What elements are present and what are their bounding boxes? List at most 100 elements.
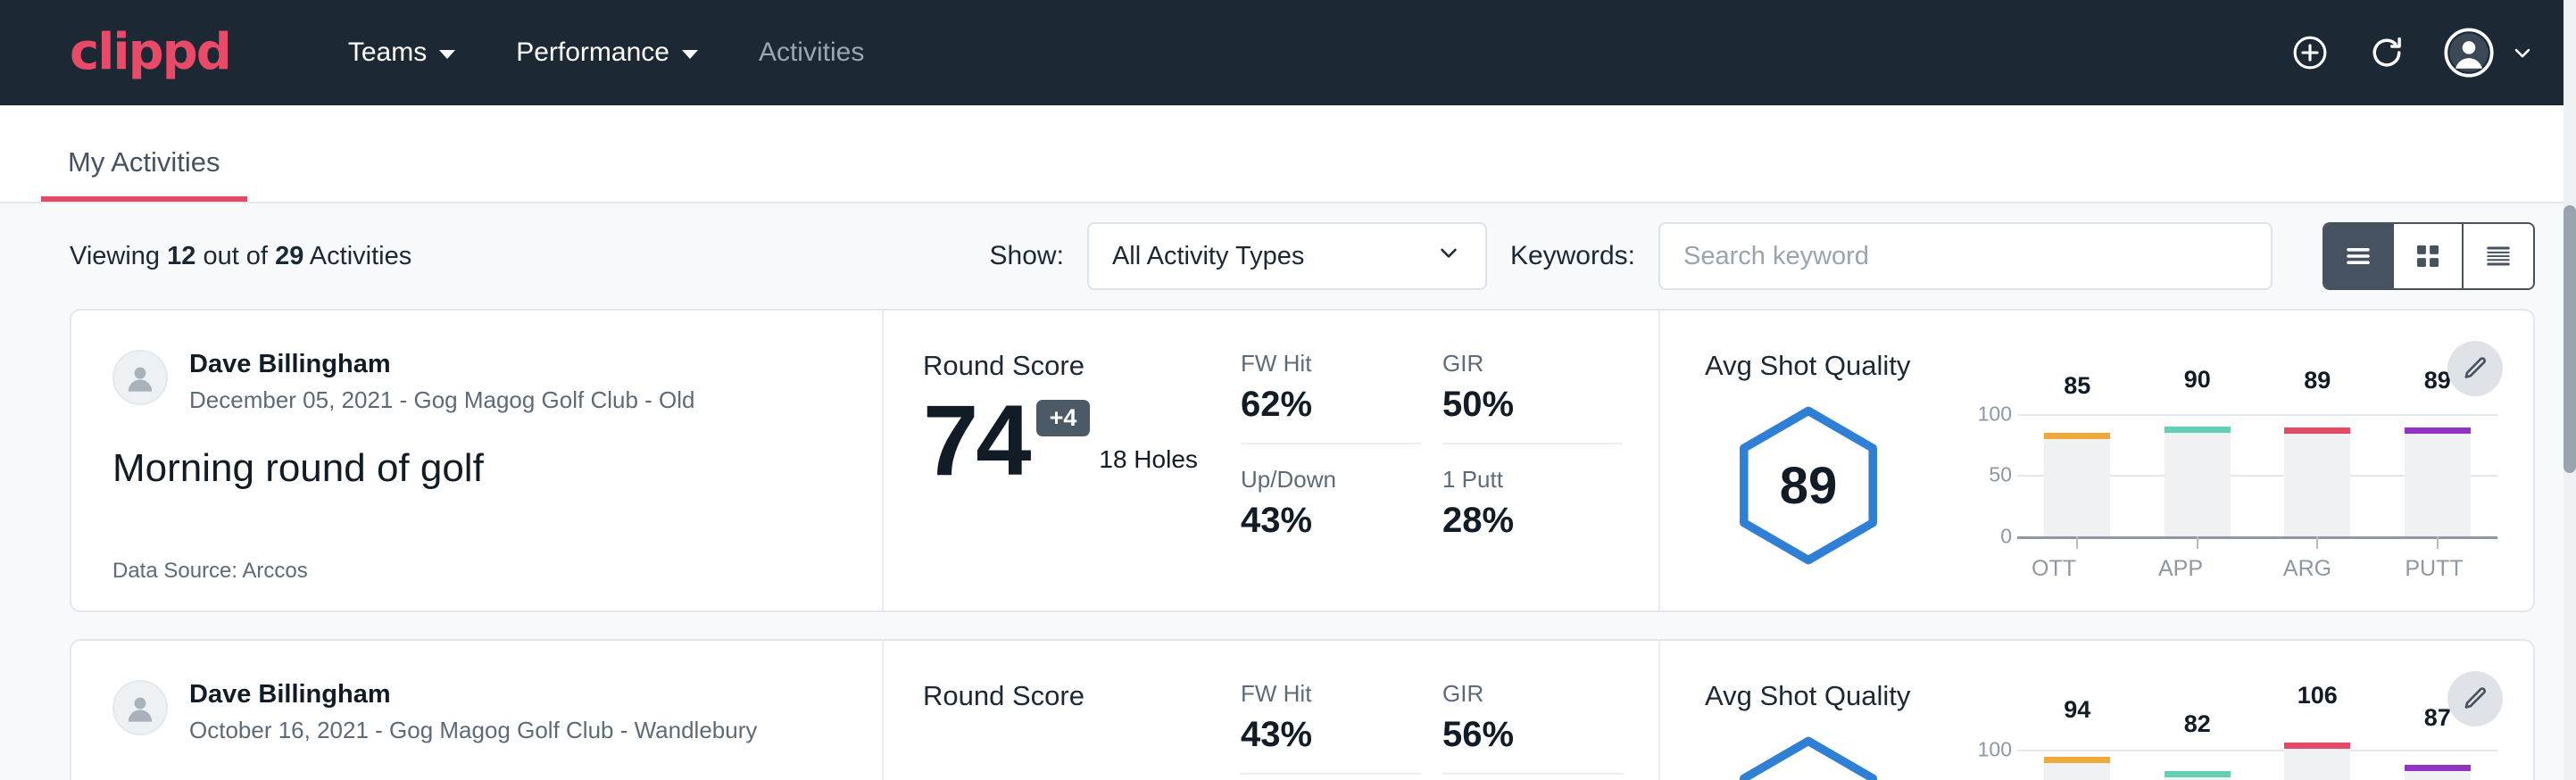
page-scrollbar[interactable] bbox=[2564, 0, 2576, 780]
grid-icon bbox=[2412, 240, 2444, 272]
clippd-logo[interactable]: clippd bbox=[70, 28, 230, 78]
avg-shot-quality-body: 8905010085908989OTTAPPARGPUTT bbox=[1705, 387, 2497, 584]
activity-type-select[interactable]: All Activity Types bbox=[1087, 222, 1487, 290]
nav-item-performance[interactable]: Performance bbox=[486, 0, 728, 105]
stat-value: 62% bbox=[1241, 385, 1421, 425]
chart-bar[interactable] bbox=[2165, 427, 2231, 536]
score-differential-badge: +4 bbox=[1036, 400, 1091, 436]
shot-quality-bar-chart: 05010085908989 bbox=[1933, 402, 2497, 536]
chart-bar-value: 82 bbox=[2184, 710, 2211, 738]
chart-x-label: APP bbox=[2117, 556, 2244, 582]
chart-bar-cell: 89 bbox=[2257, 402, 2378, 536]
chart-bar-cell: 89 bbox=[2378, 402, 2498, 536]
account-menu[interactable] bbox=[2444, 28, 2535, 78]
y-tick-label: 100 bbox=[1978, 738, 2012, 762]
activity-author: Dave BillinghamDecember 05, 2021 - Gog M… bbox=[112, 350, 843, 414]
add-icon[interactable] bbox=[2290, 33, 2330, 72]
y-tick-label: 50 bbox=[1989, 463, 2012, 487]
chart-bar-cap bbox=[2284, 743, 2350, 749]
activity-title: Morning round of golf bbox=[112, 446, 843, 491]
filter-bar: Viewing 12 out of 29 Activities Show: Al… bbox=[0, 203, 2576, 309]
chart-bar-cell: 85 bbox=[2017, 402, 2138, 536]
detail-view-button[interactable] bbox=[2464, 224, 2533, 288]
stat-value: 28% bbox=[1442, 501, 1623, 541]
chevron-down-icon bbox=[439, 50, 455, 59]
shot-quality-hexagon: 89 bbox=[1705, 401, 1912, 570]
avatar-icon bbox=[120, 688, 160, 727]
nav-item-label: Teams bbox=[348, 0, 427, 105]
chart-bar-value: 106 bbox=[2298, 682, 2338, 709]
stat-label: GIR bbox=[1442, 350, 1623, 378]
activity-summary: Dave BillinghamDecember 05, 2021 - Gog M… bbox=[71, 311, 884, 610]
chart-bar[interactable] bbox=[2284, 743, 2350, 780]
stat-item: 1 Putt28% bbox=[1442, 466, 1623, 559]
chart-bar-cap bbox=[2284, 427, 2350, 434]
chart-y-axis: 050100 bbox=[1960, 402, 2017, 536]
author-name: Dave Billingham bbox=[189, 350, 695, 379]
chart-bar[interactable] bbox=[2284, 427, 2350, 535]
round-score-section: Round Score 74+418 Holes bbox=[884, 311, 1241, 610]
stat-value: 43% bbox=[1241, 715, 1421, 755]
activity-author: Dave BillinghamOctober 16, 2021 - Gog Ma… bbox=[112, 680, 843, 744]
page-tabs: My Activities bbox=[0, 105, 2576, 203]
edit-activity-button[interactable] bbox=[2447, 671, 2503, 726]
activity-card[interactable]: Dave BillinghamDecember 05, 2021 - Gog M… bbox=[70, 309, 2535, 612]
filter-controls: Show: All Activity Types Keywords: bbox=[990, 222, 2273, 290]
refresh-icon[interactable] bbox=[2367, 33, 2406, 72]
search-input[interactable] bbox=[1658, 222, 2273, 290]
keywords-label: Keywords: bbox=[1510, 241, 1635, 271]
stat-item: FW Hit43% bbox=[1241, 680, 1421, 775]
y-tick-label: 100 bbox=[1978, 402, 2012, 427]
chevron-down-icon bbox=[682, 50, 698, 59]
avatar-icon bbox=[120, 358, 160, 397]
chart-bar-cap bbox=[2405, 427, 2471, 434]
chart-x-label: PUTT bbox=[2371, 556, 2497, 582]
avg-shot-quality-section: Avg Shot Quality050100948210687OTTAPPARG… bbox=[1660, 641, 2533, 780]
round-score-label: Round Score bbox=[923, 680, 1241, 712]
chart-x-tick bbox=[2197, 536, 2198, 549]
chart-axis-line bbox=[2017, 536, 2497, 539]
chart-x-tick bbox=[2437, 536, 2439, 549]
chart-bar[interactable] bbox=[2044, 433, 2110, 536]
chart-bar-cell: 82 bbox=[2138, 733, 2258, 780]
chart-bar[interactable] bbox=[2165, 771, 2231, 780]
activity-meta: October 16, 2021 - Gog Magog Golf Club -… bbox=[189, 717, 757, 744]
activity-summary: Dave BillinghamOctober 16, 2021 - Gog Ma… bbox=[71, 641, 884, 780]
nav-item-activities[interactable]: Activities bbox=[728, 0, 894, 105]
stat-label: Up/Down bbox=[1241, 466, 1421, 494]
round-score-value: 74 bbox=[923, 394, 1029, 486]
author-text: Dave BillinghamDecember 05, 2021 - Gog M… bbox=[189, 350, 695, 414]
activity-card[interactable]: Dave BillinghamOctober 16, 2021 - Gog Ma… bbox=[70, 639, 2535, 780]
chart-bars: 85908989 bbox=[2017, 402, 2497, 536]
avatar-icon bbox=[2444, 28, 2494, 78]
viewing-count: 12 bbox=[167, 242, 195, 270]
stat-item: FW Hit62% bbox=[1241, 350, 1421, 444]
round-score-value-row: 74+418 Holes bbox=[923, 394, 1241, 486]
list-view-button[interactable] bbox=[2324, 224, 2394, 288]
grid-view-button[interactable] bbox=[2394, 224, 2464, 288]
round-score-label: Round Score bbox=[923, 350, 1241, 382]
edit-activity-button[interactable] bbox=[2447, 341, 2503, 396]
activity-card-list: Dave BillinghamDecember 05, 2021 - Gog M… bbox=[0, 309, 2576, 780]
tab-my-activities[interactable]: My Activities bbox=[41, 146, 247, 202]
shot-quality-bar-chart: 050100948210687 bbox=[1933, 733, 2497, 780]
chart-bar[interactable] bbox=[2405, 427, 2471, 535]
chart-bar-value: 89 bbox=[2304, 367, 2331, 394]
chart-x-label: OTT bbox=[1990, 556, 2117, 582]
chart-container: 050100948210687OTTAPPARGPUTT bbox=[1912, 720, 2497, 780]
show-label: Show: bbox=[990, 241, 1064, 271]
chart-bar-cap bbox=[2044, 433, 2110, 439]
chart-bar[interactable] bbox=[2044, 757, 2110, 780]
stat-value: 43% bbox=[1241, 501, 1421, 541]
stat-value: 56% bbox=[1442, 715, 1623, 755]
avg-shot-quality-label: Avg Shot Quality bbox=[1705, 350, 2497, 382]
nav-item-teams[interactable]: Teams bbox=[318, 0, 486, 105]
chart-bar[interactable] bbox=[2405, 765, 2471, 780]
tab-label: My Activities bbox=[68, 146, 220, 178]
round-score-section: Round Score bbox=[884, 641, 1241, 780]
scrollbar-thumb[interactable] bbox=[2564, 205, 2576, 473]
chart-plot-area: 948210687 bbox=[2017, 733, 2497, 780]
chart-bar-cell: 90 bbox=[2138, 402, 2258, 536]
round-stats: FW Hit43%GIR56%Up/Down1 Putt bbox=[1241, 641, 1660, 780]
detail-list-icon bbox=[2482, 240, 2514, 272]
